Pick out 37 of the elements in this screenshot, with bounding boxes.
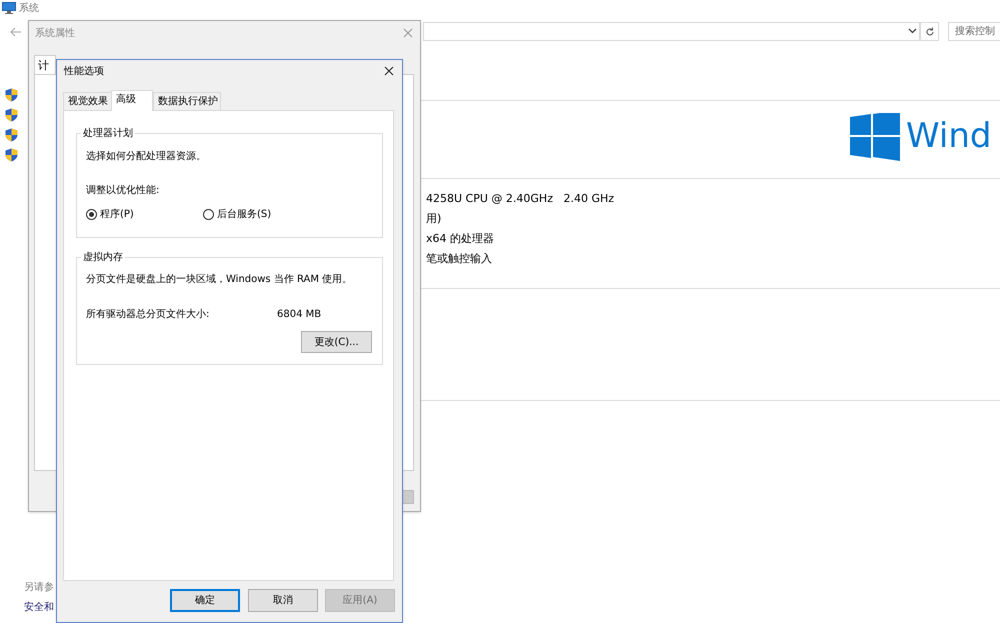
radio-label[interactable]: 程序(P) bbox=[100, 207, 134, 222]
description-text: 分页文件是硬盘上的一块区域，Windows 当作 RAM 使用。 bbox=[86, 272, 352, 287]
radio-option[interactable]: 程序(P) bbox=[86, 207, 134, 222]
dialog-button[interactable]: 确定 bbox=[170, 589, 240, 612]
windows-logo-icon bbox=[850, 113, 900, 161]
prompt-text: 调整以优化性能: bbox=[86, 184, 160, 198]
refresh-icon bbox=[924, 26, 934, 36]
size-value: 6804 MB bbox=[277, 308, 322, 322]
spec-text: x64 的处理器 bbox=[426, 231, 494, 247]
shield-icon bbox=[5, 128, 18, 142]
shield-icon bbox=[5, 88, 18, 102]
chevron-down-icon[interactable] bbox=[908, 28, 917, 34]
window-title: 系统 bbox=[19, 2, 39, 16]
window-title: 系统属性 bbox=[35, 26, 75, 41]
tab[interactable]: 高级 bbox=[111, 90, 153, 111]
shield-icon bbox=[5, 148, 18, 162]
spec-text: 4258U CPU @ 2.40GHz 2.40 GHz bbox=[426, 191, 614, 207]
tab[interactable]: 视觉效果 bbox=[63, 92, 112, 111]
search-field[interactable]: 搜索控制 bbox=[948, 22, 1000, 41]
dialog-button[interactable]: 取消 bbox=[248, 589, 318, 612]
description-text: 选择如何分配处理器资源。 bbox=[86, 150, 206, 164]
refresh-button[interactable] bbox=[920, 22, 939, 41]
section-heading: 另请参 bbox=[24, 580, 54, 595]
spec-text: 笔或触控输入 bbox=[426, 251, 492, 267]
dialog-title: 性能选项 bbox=[64, 64, 104, 79]
monitor-icon bbox=[2, 2, 16, 14]
spec-text: 用) bbox=[426, 211, 442, 227]
change-button[interactable]: 更改(C)... bbox=[301, 331, 372, 353]
close-icon[interactable] bbox=[384, 66, 394, 76]
radio-option[interactable]: 后台服务(S) bbox=[203, 207, 272, 222]
tab[interactable]: 数据执行保护 bbox=[153, 92, 221, 111]
tab[interactable]: 计 bbox=[34, 55, 56, 75]
security-link[interactable]: 安全和 bbox=[24, 600, 54, 615]
shield-icon bbox=[5, 108, 18, 122]
size-label: 所有驱动器总分页文件大小: bbox=[86, 308, 210, 322]
radio-label[interactable]: 后台服务(S) bbox=[217, 207, 272, 222]
logo-text: Wind bbox=[906, 115, 992, 158]
